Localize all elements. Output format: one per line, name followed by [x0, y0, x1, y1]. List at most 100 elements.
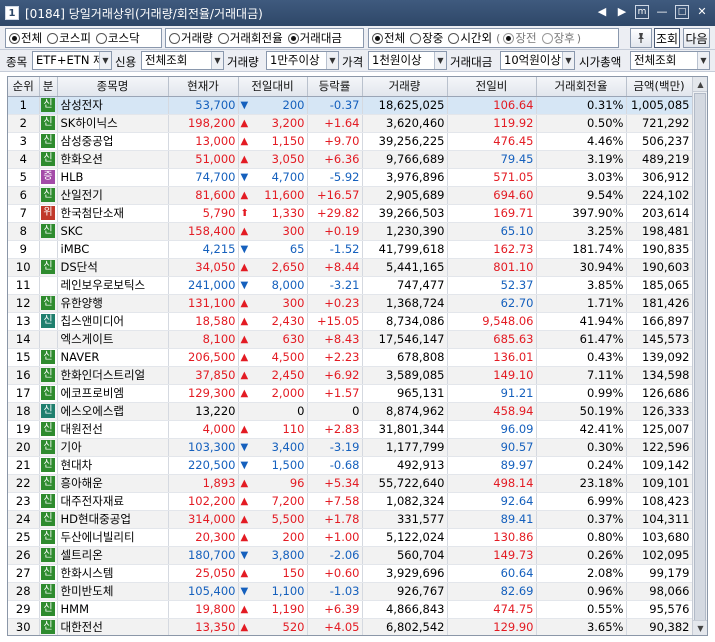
stock-name-cell[interactable]: DS단석	[57, 258, 169, 277]
table-row[interactable]: 13 신 칩스앤미디어 18,580 ▲ 2,430 +15.05 8,734,086 9,54…	[8, 312, 693, 331]
sort-radio-volume[interactable]: 거래량	[169, 30, 213, 46]
next-button[interactable]: 다음	[683, 28, 710, 48]
minimize-button[interactable]: —	[655, 5, 669, 19]
table-row[interactable]: 6 신 산일전기 81,600 ▲ 11,600 +16.57 2,905,689 694.60…	[8, 186, 693, 205]
table-row[interactable]: 11 레인보우로보틱스 241,000 ▼ 8,000 -3.21 747,477 52.37…	[8, 276, 693, 295]
table-row[interactable]: 27 신 한화시스템 25,050 ▲ 150 +0.60 3,929,696 60.64 2.0…	[8, 564, 693, 583]
stock-name-cell[interactable]: 현대차	[57, 456, 169, 475]
stock-name-cell[interactable]: 에스오에스랩	[57, 402, 169, 421]
stock-name-cell[interactable]: 대한전선	[57, 618, 169, 635]
table-row[interactable]: 2 신 SK하이닉스 198,200 ▲ 3,200 +1.64 3,620,460 119.9…	[8, 114, 693, 133]
table-row[interactable]: 30 신 대한전선 13,350 ▲ 520 +4.05 6,802,542 129.90 3.6…	[8, 618, 693, 635]
prev-arrow-icon[interactable]: ◀	[595, 5, 609, 19]
stock-name-cell[interactable]: 대원전선	[57, 420, 169, 439]
stock-name-cell[interactable]: 산일전기	[57, 186, 169, 205]
search-button[interactable]: 조회	[654, 28, 680, 48]
col-header-price[interactable]: 현재가	[168, 77, 239, 97]
session-radio-afterhours[interactable]: 시간외	[448, 30, 492, 46]
table-row[interactable]: 5 증 HLB 74,700 ▼ 4,700 -5.92 3,976,896 571.05 3.0…	[8, 168, 693, 187]
table-row[interactable]: 29 신 HMM 19,800 ▲ 1,190 +6.39 4,866,843 474.75 0.…	[8, 600, 693, 619]
col-header-prev-ratio[interactable]: 전일비	[447, 77, 537, 97]
pin-icon[interactable]	[630, 28, 652, 48]
table-row[interactable]: 20 신 기아 103,300 ▼ 3,400 -3.19 1,177,799 90.57 0.3…	[8, 438, 693, 457]
memo-icon[interactable]: m	[635, 5, 649, 19]
market-radio-kosdaq[interactable]: 코스닥	[95, 30, 140, 46]
stock-name-cell[interactable]: 셀트리온	[57, 546, 169, 565]
table-row[interactable]: 16 신 한화인더스트리얼 37,850 ▲ 2,450 +6.92 3,589,085 149…	[8, 366, 693, 385]
stock-name-cell[interactable]: 삼성중공업	[57, 132, 169, 151]
table-row[interactable]: 17 신 에코프로비엠 129,300 ▲ 2,000 +1.57 965,131 91.21 0…	[8, 384, 693, 403]
cap-select[interactable]: 전체조회 ▼	[630, 51, 710, 70]
sort-radio-amount[interactable]: 거래대금	[287, 30, 342, 46]
table-row[interactable]: 19 신 대원전선 4,000 ▲ 110 +2.83 31,801,344 96.09 42.4…	[8, 420, 693, 439]
stock-name-cell[interactable]: 한화인더스트리얼	[57, 366, 169, 385]
volume-select[interactable]: 1만주이상 ▼	[266, 51, 339, 70]
table-row[interactable]: 12 신 유한양행 131,100 ▲ 300 +0.23 1,368,724 62.70 1.7…	[8, 294, 693, 313]
credit-select[interactable]: 전체조회 ▼	[141, 51, 224, 70]
table-row[interactable]: 26 신 셀트리온 180,700 ▼ 3,800 -2.06 560,704 149.73 0.…	[8, 546, 693, 565]
amount-select[interactable]: 10억원이상 ▼	[500, 51, 575, 70]
stock-name-cell[interactable]: HMM	[57, 600, 169, 619]
stock-name-cell[interactable]: NAVER	[57, 348, 169, 367]
maximize-button[interactable]: □	[675, 5, 689, 19]
stock-name-cell[interactable]: 칩스앤미디어	[57, 312, 169, 331]
table-row[interactable]: 9 iMBC 4,215 ▼ 65 -1.52 41,799,618 162.73 181.74…	[8, 240, 693, 259]
stock-name-cell[interactable]: 한화오션	[57, 150, 169, 169]
next-arrow-icon[interactable]: ▶	[615, 5, 629, 19]
col-header-rate[interactable]: 등락률	[307, 77, 363, 97]
stock-name-cell[interactable]: iMBC	[57, 240, 169, 259]
market-radio-kospi[interactable]: 코스피	[47, 30, 91, 46]
vertical-scrollbar[interactable]: ▲ ▼	[692, 77, 707, 635]
stock-name-cell[interactable]: 삼성전자	[57, 96, 169, 115]
stock-name-cell[interactable]: HD현대중공업	[57, 510, 169, 529]
stock-name-cell[interactable]: 두산에너빌리티	[57, 528, 169, 547]
scroll-down-icon[interactable]: ▼	[693, 620, 707, 635]
col-header-amount[interactable]: 금액(백만)	[626, 77, 693, 97]
session-radio-all[interactable]: 전체	[372, 30, 405, 46]
session-radio-regular[interactable]: 장중	[410, 30, 443, 46]
table-row[interactable]: 14 엑스게이트 8,100 ▲ 630 +8.43 17,546,147 685.63 61.…	[8, 330, 693, 349]
table-row[interactable]: 28 신 한미반도체 105,400 ▼ 1,100 -1.03 926,767 82.69 0.…	[8, 582, 693, 601]
col-header-volume[interactable]: 거래량	[362, 77, 448, 97]
table-row[interactable]: 21 신 현대차 220,500 ▼ 1,500 -0.68 492,913 89.97 0.24…	[8, 456, 693, 475]
col-header-turnover[interactable]: 거래회전율	[536, 77, 627, 97]
col-header-change[interactable]: 전일대비	[238, 77, 308, 97]
table-row[interactable]: 25 신 두산에너빌리티 20,300 ▲ 200 +1.00 5,122,024 130.86…	[8, 528, 693, 547]
table-row[interactable]: 7 위 한국첨단소재 5,790 ⬆ 1,330 +29.82 39,266,503 169.7…	[8, 204, 693, 223]
table-row[interactable]: 10 신 DS단석 34,050 ▲ 2,650 +8.44 5,441,165 801.10 3…	[8, 258, 693, 277]
stock-name-cell[interactable]: SKC	[57, 222, 169, 241]
afterhours-radio-post[interactable]: 장후	[541, 30, 575, 46]
col-header-rank[interactable]: 순위	[8, 77, 40, 97]
table-row[interactable]: 15 신 NAVER 206,500 ▲ 4,500 +2.23 678,808 136.01 0…	[8, 348, 693, 367]
item-select[interactable]: ETF+ETN 제 ▼	[32, 51, 112, 70]
table-row[interactable]: 23 신 대주전자재료 102,200 ▲ 7,200 +7.58 1,082,324 92.6…	[8, 492, 693, 511]
stock-name-cell[interactable]: 레인보우로보틱스	[57, 276, 169, 295]
stock-name-cell[interactable]: 대주전자재료	[57, 492, 169, 511]
scroll-thumb[interactable]	[694, 93, 706, 621]
stock-name-cell[interactable]: 한미반도체	[57, 582, 169, 601]
stock-name-cell[interactable]: 기아	[57, 438, 169, 457]
table-row[interactable]: 1 신 삼성전자 53,700 ▼ 200 -0.37 18,625,025 106.64 0.3…	[8, 96, 693, 115]
stock-name-cell[interactable]: HLB	[57, 168, 169, 187]
sort-radio-turnover[interactable]: 거래회전율	[217, 30, 283, 46]
col-header-type[interactable]: 분	[39, 77, 58, 97]
col-header-name[interactable]: 종목명	[57, 77, 169, 97]
afterhours-radio-pre[interactable]: 장전	[503, 30, 537, 46]
table-row[interactable]: 4 신 한화오션 51,000 ▲ 3,050 +6.36 9,766,689 79.45 3.1…	[8, 150, 693, 169]
price-select[interactable]: 1천원이상 ▼	[368, 51, 447, 70]
scroll-up-icon[interactable]: ▲	[693, 77, 707, 92]
stock-name-cell[interactable]: 흥아해운	[57, 474, 169, 493]
stock-name-cell[interactable]: 유한양행	[57, 294, 169, 313]
stock-name-cell[interactable]: 에코프로비엠	[57, 384, 169, 403]
stock-name-cell[interactable]: 한화시스템	[57, 564, 169, 583]
table-row[interactable]: 18 신 에스오에스랩 13,220 0 0 8,874,962 458.94 50.19% 12…	[8, 402, 693, 421]
stock-name-cell[interactable]: 엑스게이트	[57, 330, 169, 349]
stock-name-cell[interactable]: SK하이닉스	[57, 114, 169, 133]
table-row[interactable]: 8 신 SKC 158,400 ▲ 300 +0.19 1,230,390 65.10 3.25%…	[8, 222, 693, 241]
stock-name-cell[interactable]: 한국첨단소재	[57, 204, 169, 223]
table-row[interactable]: 3 신 삼성중공업 13,000 ▲ 1,150 +9.70 39,256,225 476.45…	[8, 132, 693, 151]
table-row[interactable]: 24 신 HD현대중공업 314,000 ▲ 5,500 +1.78 331,577 89.41…	[8, 510, 693, 529]
table-row[interactable]: 22 신 흥아해운 1,893 ▲ 96 +5.34 55,722,640 498.14 23.1…	[8, 474, 693, 493]
close-button[interactable]: ✕	[695, 5, 709, 19]
market-radio-all[interactable]: 전체	[9, 30, 42, 46]
